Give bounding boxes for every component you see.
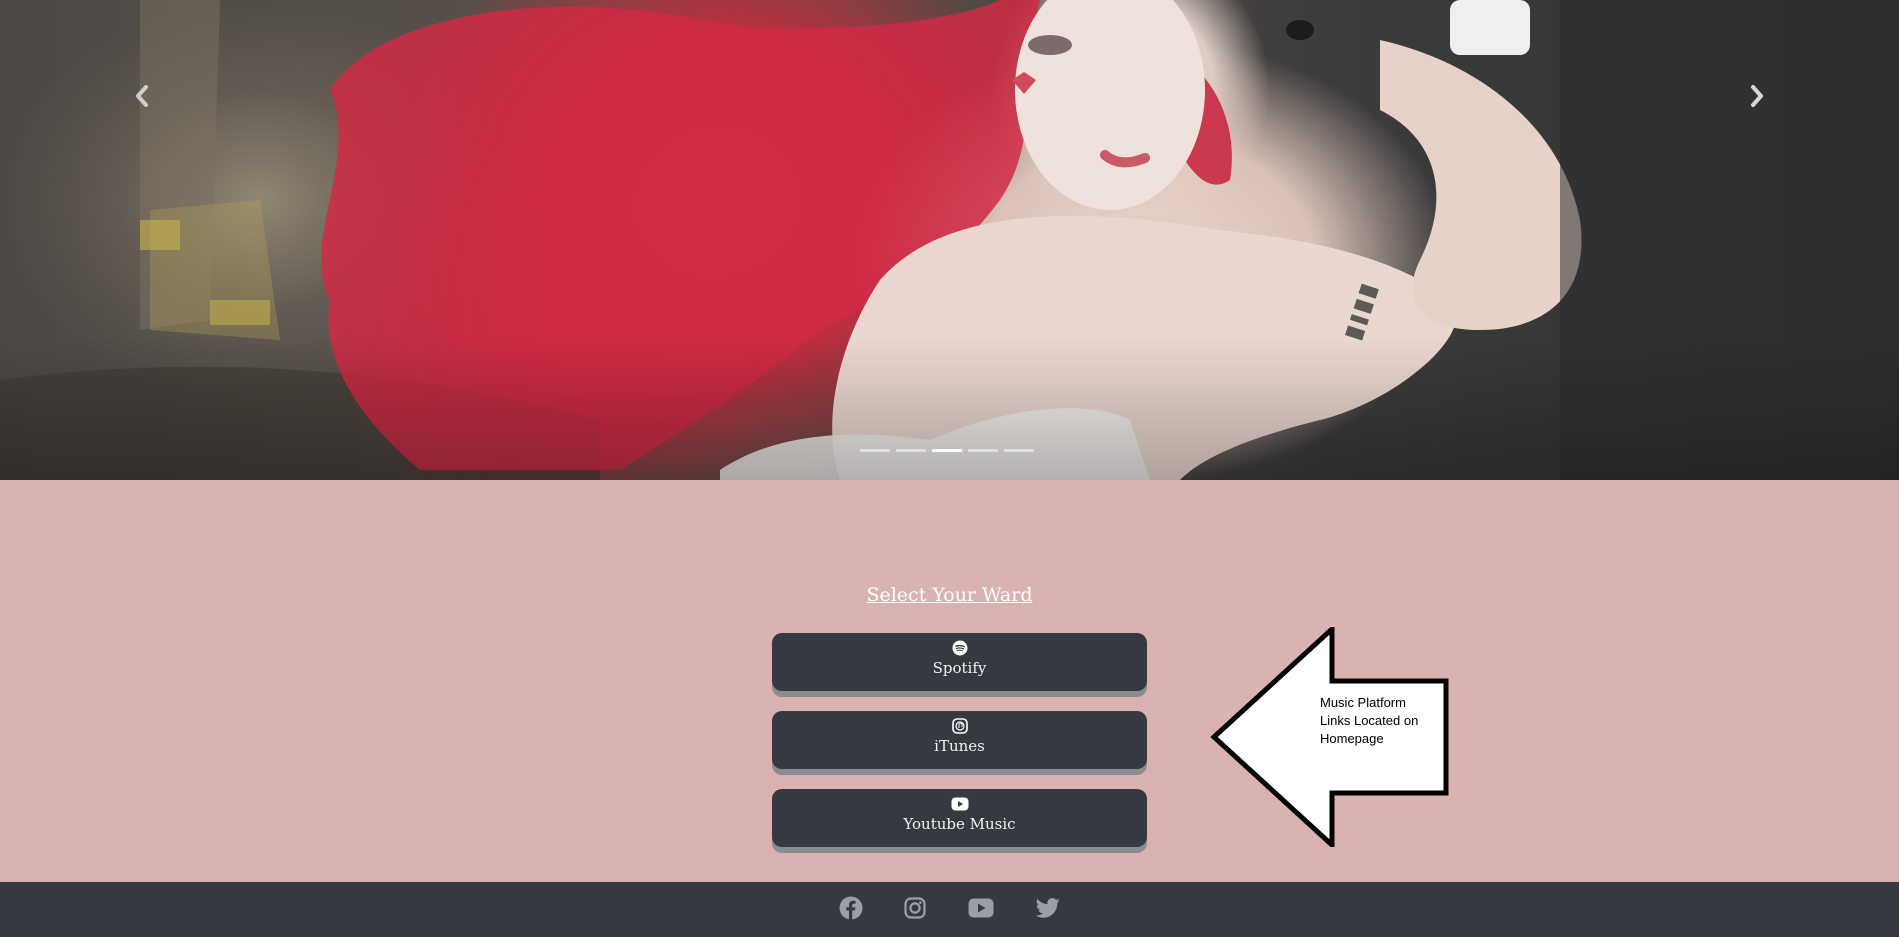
chevron-left-icon bbox=[136, 85, 148, 107]
twitter-link[interactable] bbox=[1033, 893, 1063, 923]
hero-shade bbox=[0, 0, 1899, 480]
spotify-button-label: Spotify bbox=[932, 659, 987, 677]
facebook-link[interactable] bbox=[836, 893, 866, 923]
carousel-indicator-1[interactable] bbox=[860, 449, 890, 452]
instagram-icon bbox=[904, 897, 926, 919]
carousel-indicators bbox=[860, 449, 1034, 452]
footer bbox=[0, 882, 1899, 937]
itunes-button-label: iTunes bbox=[934, 737, 985, 755]
youtube-music-button-label: Youtube Music bbox=[903, 815, 1016, 833]
carousel-indicator-4[interactable] bbox=[968, 449, 998, 452]
section-title: Select Your Ward bbox=[0, 584, 1899, 606]
youtube-music-button[interactable]: Youtube Music bbox=[772, 789, 1147, 847]
carousel-indicator-5[interactable] bbox=[1004, 449, 1034, 452]
itunes-button[interactable]: iTunes bbox=[772, 711, 1147, 769]
itunes-icon bbox=[951, 718, 968, 734]
carousel-next-button[interactable] bbox=[1737, 76, 1777, 116]
instagram-link[interactable] bbox=[900, 893, 930, 923]
carousel-indicator-3[interactable] bbox=[932, 449, 962, 452]
hero-carousel bbox=[0, 0, 1899, 480]
carousel-prev-button[interactable] bbox=[122, 76, 162, 116]
facebook-icon bbox=[839, 896, 863, 920]
youtube-link[interactable] bbox=[966, 893, 996, 923]
chevron-right-icon bbox=[1751, 85, 1763, 107]
select-your-ward-link[interactable]: Select Your Ward bbox=[866, 584, 1032, 606]
spotify-icon bbox=[952, 640, 968, 656]
carousel-indicator-2[interactable] bbox=[896, 449, 926, 452]
twitter-icon bbox=[1036, 898, 1060, 918]
youtube-footer-icon bbox=[968, 898, 994, 918]
annotation-text: Music Platform Links Located on Homepage bbox=[1320, 695, 1419, 746]
spotify-button[interactable]: Spotify bbox=[772, 633, 1147, 691]
youtube-icon bbox=[951, 796, 969, 812]
